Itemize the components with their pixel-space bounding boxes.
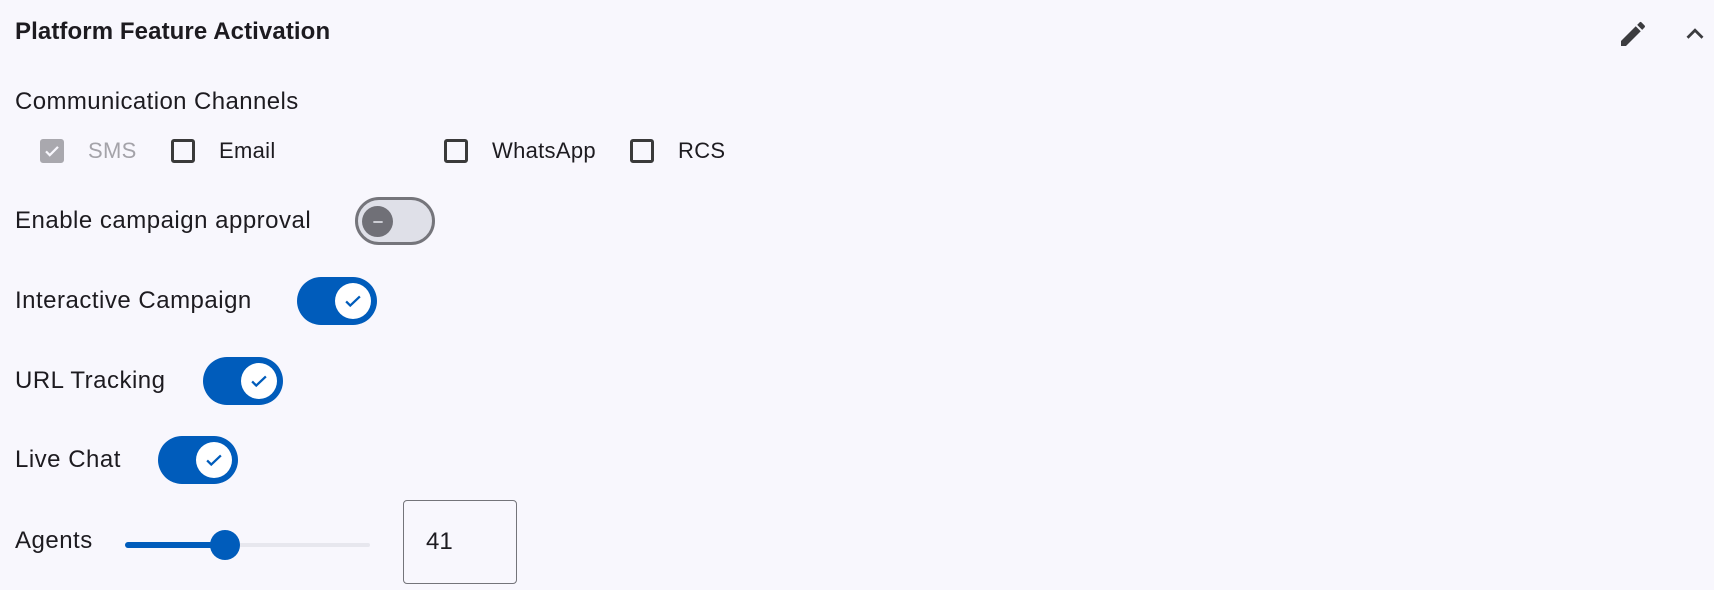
minus-icon <box>372 220 383 223</box>
toggle-thumb <box>241 363 277 399</box>
collapse-button[interactable] <box>1675 14 1714 54</box>
channel-label-rcs: RCS <box>678 138 726 163</box>
toggle-thumb <box>362 206 393 237</box>
channel-label-sms: SMS <box>88 138 137 163</box>
checkbox-box <box>40 139 64 163</box>
channel-label-whatsapp: WhatsApp <box>492 138 596 163</box>
slider-thumb[interactable] <box>210 530 240 560</box>
toggle-thumb <box>335 283 371 319</box>
campaign-approval-label: Enable campaign approval <box>15 207 312 234</box>
checkbox-box[interactable] <box>444 139 468 163</box>
platform-feature-activation-panel: Platform Feature Activation Communicatio… <box>0 0 1714 590</box>
panel-title: Platform Feature Activation <box>15 18 331 45</box>
checkbox-box[interactable] <box>630 139 654 163</box>
check-icon <box>251 375 267 388</box>
toggle-thumb <box>196 442 232 478</box>
live-chat-label: Live Chat <box>15 446 121 473</box>
interactive-campaign-toggle[interactable] <box>297 277 377 325</box>
interactive-campaign-label: Interactive Campaign <box>15 287 252 314</box>
check-icon <box>45 146 59 157</box>
channel-label-email: Email <box>219 138 276 163</box>
agents-slider[interactable] <box>125 528 370 562</box>
channel-rcs-checkbox[interactable]: RCS <box>630 135 725 167</box>
communication-channels-label: Communication Channels <box>15 88 299 115</box>
edit-button[interactable] <box>1613 14 1653 54</box>
checkbox-box[interactable] <box>171 139 195 163</box>
url-tracking-toggle[interactable] <box>203 357 283 405</box>
agents-label: Agents <box>15 527 93 554</box>
channel-whatsapp-checkbox[interactable]: WhatsApp <box>444 135 596 167</box>
campaign-approval-toggle[interactable] <box>355 197 435 245</box>
channel-sms-checkbox: SMS <box>40 135 137 167</box>
check-icon <box>206 454 222 467</box>
check-icon <box>345 295 361 308</box>
live-chat-toggle[interactable] <box>158 436 238 484</box>
pencil-icon <box>1621 21 1646 46</box>
agents-number-input[interactable] <box>403 500 517 584</box>
channel-email-checkbox[interactable]: Email <box>171 135 276 167</box>
url-tracking-label: URL Tracking <box>15 367 166 394</box>
chevron-up-icon <box>1686 28 1704 39</box>
